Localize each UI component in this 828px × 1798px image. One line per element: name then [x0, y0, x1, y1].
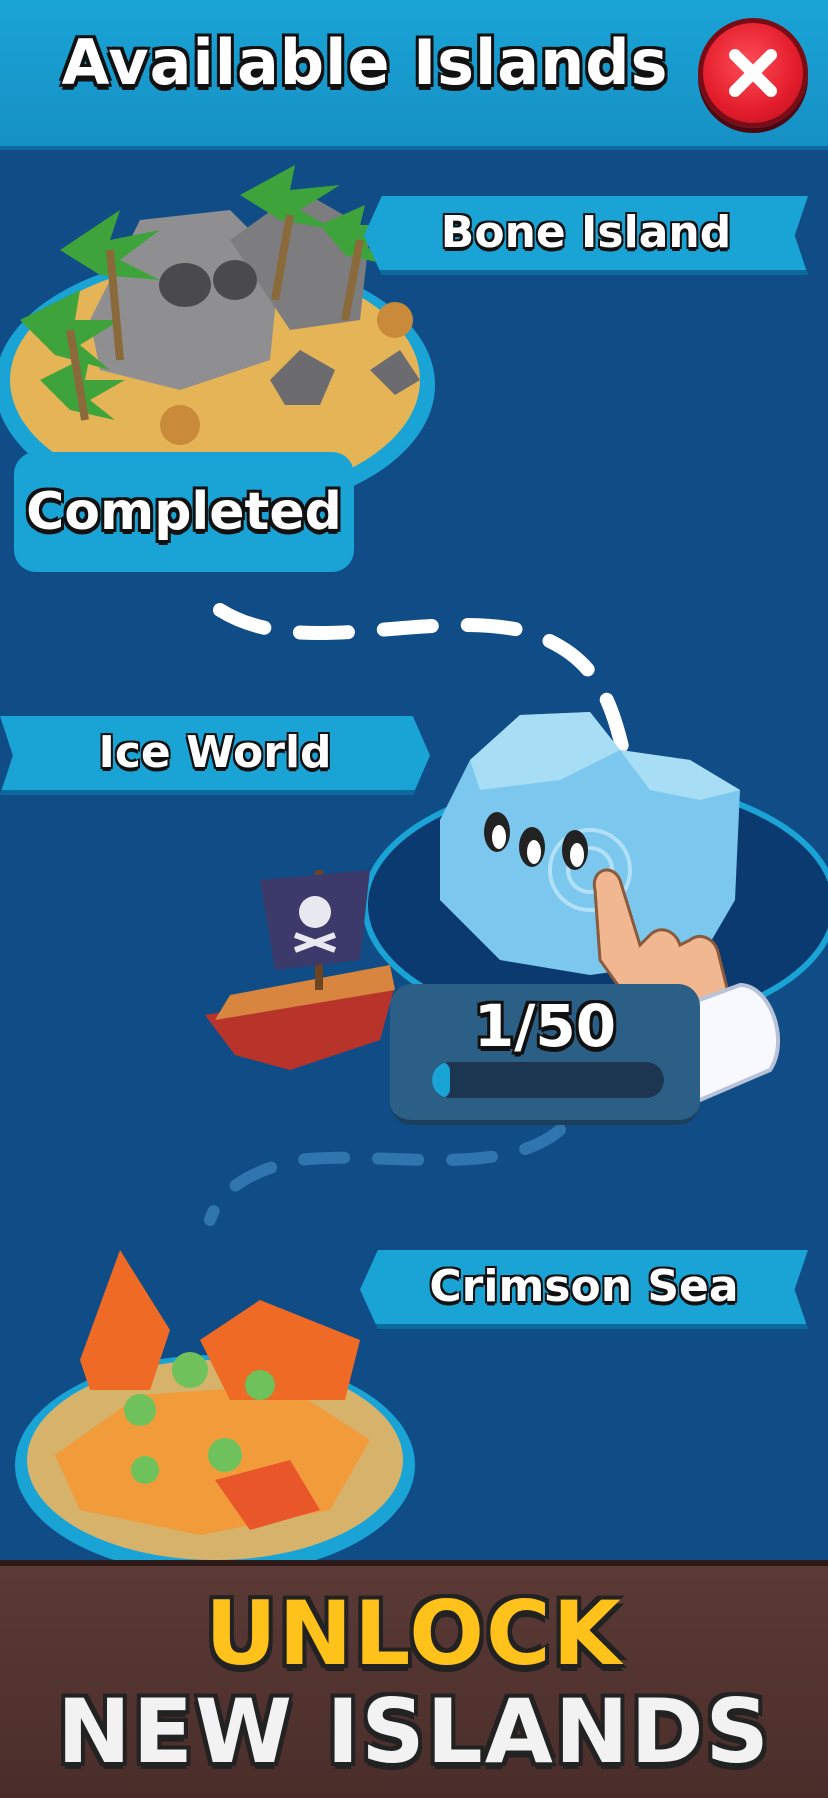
promo-text-line2: NEW ISLANDS — [57, 1680, 771, 1783]
progress-label: 1/50 — [473, 992, 617, 1060]
island-banner-crimson-sea[interactable]: Crimson Sea — [360, 1250, 808, 1329]
island-banner-ice-world[interactable]: Ice World — [0, 716, 430, 795]
ice-world-island[interactable] — [362, 712, 828, 1033]
header-bar: Available Islands — [0, 0, 828, 150]
promo-text-line1: UNLOCK — [205, 1582, 623, 1685]
close-icon — [729, 49, 777, 97]
close-button[interactable] — [698, 18, 808, 128]
progress-bar — [432, 1062, 664, 1098]
page-title: Available Islands — [61, 26, 669, 99]
progress-card: 1/50 — [390, 984, 700, 1125]
island-banner-bone-island[interactable]: Bone Island — [364, 196, 808, 275]
pirate-ship — [205, 870, 395, 1070]
status-badge-completed: Completed — [14, 452, 354, 572]
route-path-faded — [204, 1124, 566, 1226]
crimson-sea-island[interactable] — [15, 1250, 415, 1575]
progress-bar-fill — [432, 1062, 450, 1098]
